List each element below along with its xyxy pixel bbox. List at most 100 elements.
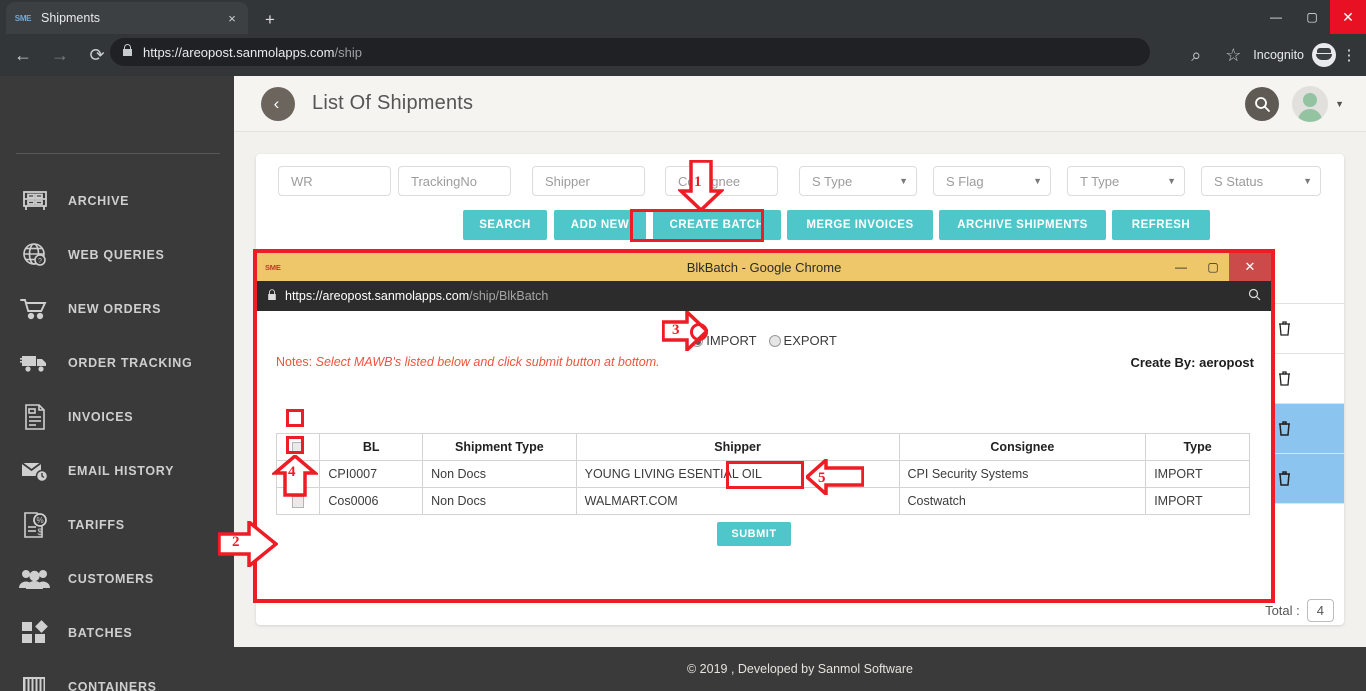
archive-shipments-button[interactable]: ARCHIVE SHIPMENTS [939,210,1106,240]
popup-address-bar[interactable]: https://areopost.sanmolapps.com/ship/Blk… [257,281,1271,311]
total-count: Total : 4 [1265,599,1334,622]
select-s-type[interactable]: S Type ▼ [799,166,917,196]
trash-icon[interactable] [1277,320,1294,337]
submit-button[interactable]: SUBMIT [717,522,791,546]
export-radio-label: EXPORT [783,333,837,348]
chevron-down-icon: ▼ [899,176,908,186]
chevron-down-icon: ▼ [1303,176,1312,186]
window-minimize-button[interactable]: — [1258,0,1294,34]
sidebar-item-invoices[interactable]: INVOICES [0,390,234,444]
avatar-caret-icon[interactable]: ▼ [1335,99,1344,109]
browser-tab[interactable]: SME Shipments × [6,2,248,34]
bookmark-star-icon[interactable]: ☆ [1219,41,1247,69]
trash-icon[interactable] [1277,470,1294,487]
search-input-wr[interactable]: WR [278,166,391,196]
sidebar-item-web-queries[interactable]: ? WEB QUERIES [0,228,234,282]
sidebar-item-containers[interactable]: CONTAINERS [0,660,234,691]
cell-shipment-type: Non Docs [422,460,577,488]
footer-text: © 2019 , Developed by Sanmol Software [686,662,913,676]
forward-icon[interactable]: → [46,41,74,69]
merge-invoices-button[interactable]: MERGE INVOICES [787,210,933,240]
back-icon[interactable]: ← [9,41,37,69]
col-type: Type [1145,433,1250,461]
archive-icon [18,186,52,216]
back-button[interactable]: ‹ [261,86,295,121]
notes-prefix: Notes: [276,355,313,369]
annotation-import-radio-circle [690,323,708,341]
batches-icon [18,618,52,648]
annotation-number-1: 1 [694,174,702,190]
incognito-label: Incognito [1253,48,1304,62]
sidebar-label: TARIFFS [68,518,125,532]
search-input-consignee[interactable]: Consignee [665,166,778,196]
created-by-label: Create By: aeropost [1130,355,1254,370]
row-2-checkbox[interactable] [292,495,305,508]
sidebar-label: BATCHES [68,626,133,640]
search-input-shipper[interactable]: Shipper [532,166,645,196]
select-s-flag[interactable]: S Flag ▼ [933,166,1051,196]
sidebar-label: ARCHIVE [68,194,130,208]
popup-titlebar[interactable]: SME BlkBatch - Google Chrome — ▢ ✕ [257,253,1271,281]
lock-icon [122,44,133,60]
sidebar-item-customers[interactable]: CUSTOMERS [0,552,234,606]
tab-close-icon[interactable]: × [224,10,240,26]
popup-close-button[interactable]: ✕ [1229,253,1271,281]
export-radio[interactable] [768,334,781,347]
trash-icon[interactable] [1277,420,1294,437]
sidebar: ARCHIVE ? WEB QUERIES NEW ORDERS ORDER T… [0,76,234,691]
sidebar-item-email-history[interactable]: EMAIL HISTORY [0,444,234,498]
screen: SME Shipments × + — ▢ ✕ ← → ⟳ https://ar… [0,0,1366,691]
sidebar-item-archive[interactable]: ARCHIVE [0,174,234,228]
avatar[interactable] [1292,86,1329,122]
email-clock-icon [18,456,52,486]
page-footer: © 2019 , Developed by Sanmol Software [234,647,1366,691]
sidebar-item-new-orders[interactable]: NEW ORDERS [0,282,234,336]
sidebar-item-batches[interactable]: BATCHES [0,606,234,660]
truck-icon [18,348,52,378]
incognito-indicator[interactable]: Incognito [1253,43,1336,67]
chevron-down-icon: ▼ [1033,176,1042,186]
page-header: ‹ List Of Shipments [234,76,1366,132]
svg-text:$: $ [37,527,42,537]
chevron-down-icon: ▼ [1167,176,1176,186]
toolbar-buttons: SEARCH ADD NEW CREATE BATCH MERGE INVOIC… [256,210,1344,242]
new-tab-button[interactable]: + [256,6,284,34]
toolbar-actions: ⌕ ☆ Incognito ⋮ [1173,34,1362,76]
popup-minimize-button[interactable]: — [1165,253,1197,281]
select-t-type[interactable]: T Type ▼ [1067,166,1185,196]
sidebar-divider [16,153,220,154]
cell-bl: Cos0006 [319,487,424,515]
col-shipment-type: Shipment Type [422,433,577,461]
svg-text:?: ? [38,258,42,265]
page-title: List Of Shipments [312,92,474,114]
field-placeholder: WR [291,173,313,189]
window-close-button[interactable]: ✕ [1330,0,1366,34]
popup-body: IMPORT EXPORT Notes: Select MAWB's liste… [257,311,1271,601]
col-consignee: Consignee [898,433,1147,461]
cell-shipper: WALMART.COM [575,487,900,515]
field-placeholder: S Flag [946,173,984,189]
zoom-search-icon[interactable]: ⌕ [1182,41,1210,69]
browser-menu-icon[interactable]: ⋮ [1336,46,1362,64]
table-row[interactable]: Cos0006 Non Docs WALMART.COM Costwatch I… [275,487,1250,515]
sidebar-item-order-tracking[interactable]: ORDER TRACKING [0,336,234,390]
url-text: https://areopost.sanmolapps.com/ship [143,44,362,60]
globe-question-icon: ? [18,240,52,270]
popup-maximize-button[interactable]: ▢ [1197,253,1229,281]
search-icon[interactable] [1245,87,1280,121]
reload-icon[interactable]: ⟳ [83,41,111,69]
refresh-button[interactable]: REFRESH [1112,210,1210,240]
svg-text:%: % [36,516,43,525]
window-maximize-button[interactable]: ▢ [1294,0,1330,34]
sidebar-label: NEW ORDERS [68,302,162,316]
search-input-trackingno[interactable]: TrackingNo [398,166,511,196]
trash-icon[interactable] [1277,370,1294,387]
address-bar[interactable]: https://areopost.sanmolapps.com/ship [110,38,1150,66]
search-button[interactable]: SEARCH [463,210,547,240]
popup-search-icon[interactable] [1248,288,1261,304]
sidebar-item-tariffs[interactable]: % $ TARIFFS [0,498,234,552]
header-actions: ▼ [1245,86,1344,122]
cart-icon [18,294,52,324]
blkbatch-popup-window: SME BlkBatch - Google Chrome — ▢ ✕ https… [256,252,1272,601]
select-s-status[interactable]: S Status ▼ [1201,166,1321,196]
